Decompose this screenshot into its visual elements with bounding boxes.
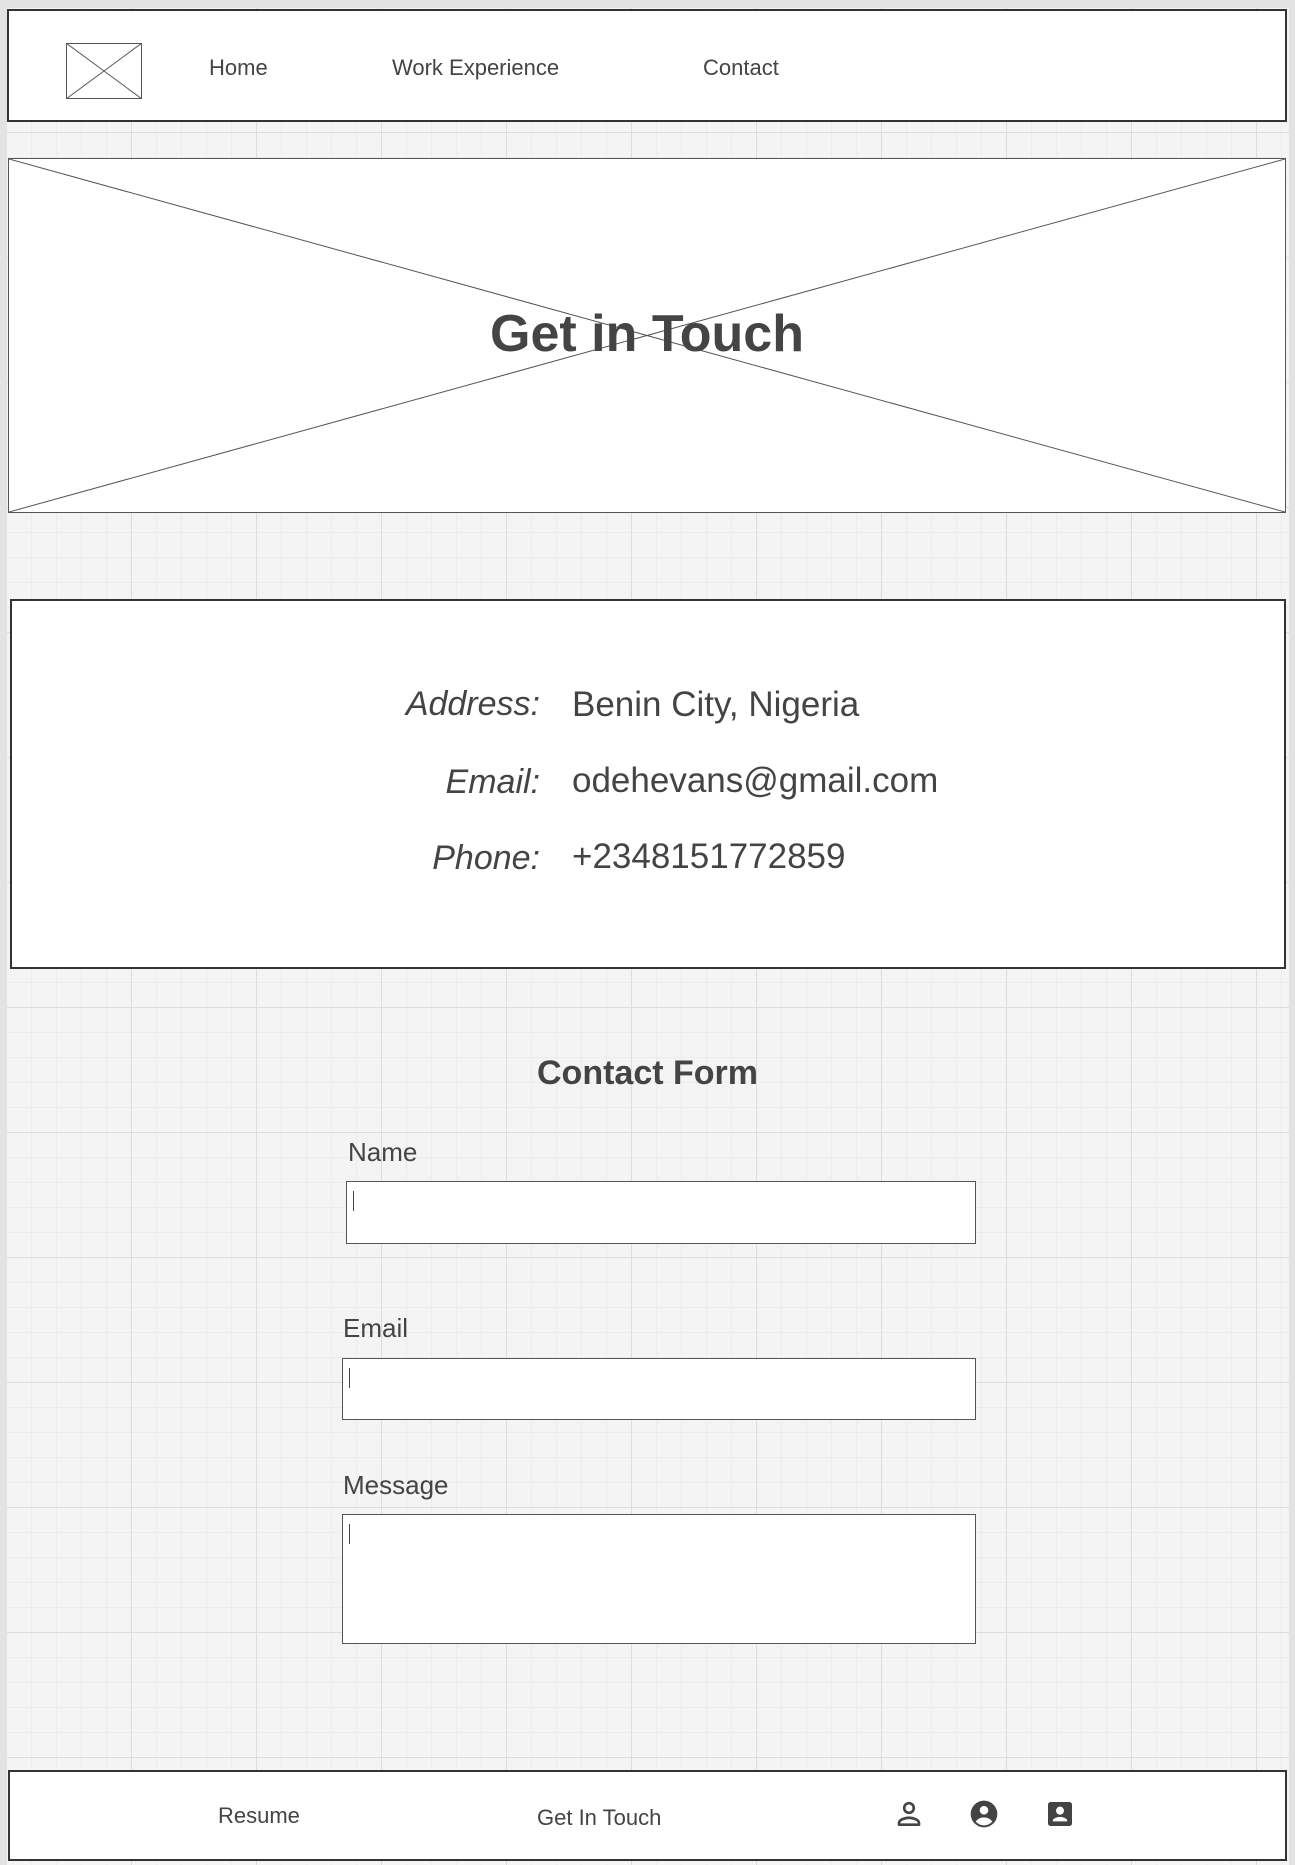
account-circle-icon[interactable]	[968, 1798, 1000, 1830]
email-label: Email:	[445, 763, 540, 801]
message-textarea[interactable]	[342, 1514, 976, 1644]
address-value: Benin City, Nigeria	[572, 685, 860, 724]
name-caret	[353, 1191, 354, 1211]
address-row: Address: Benin City, Nigeria	[12, 685, 1284, 733]
site-header: Home Work Experience Contact	[7, 9, 1287, 122]
nav-work-experience-link[interactable]: Work Experience	[392, 55, 559, 81]
footer-get-in-touch-link[interactable]: Get In Touch	[537, 1805, 661, 1831]
nav-contact-link[interactable]: Contact	[703, 55, 779, 81]
email-row: Email: odehevans@gmail.com	[12, 761, 1284, 809]
email-input[interactable]	[342, 1358, 976, 1420]
nav-home-link[interactable]: Home	[209, 55, 268, 81]
phone-label: Phone:	[432, 839, 540, 877]
site-footer: Resume Get In Touch	[8, 1770, 1287, 1861]
name-input[interactable]	[346, 1181, 976, 1244]
person-outline-icon[interactable]	[893, 1798, 925, 1830]
name-label: Name	[348, 1137, 418, 1167]
hero-banner: Get in Touch	[8, 158, 1286, 513]
phone-value[interactable]: +2348151772859	[572, 837, 846, 877]
email-caret	[349, 1368, 350, 1388]
phone-row: Phone: +2348151772859	[12, 837, 1284, 885]
footer-resume-link[interactable]: Resume	[218, 1803, 300, 1829]
contact-card-icon[interactable]	[1044, 1798, 1076, 1830]
address-label: Address:	[405, 685, 540, 723]
email-form-label: Email	[343, 1313, 409, 1343]
contact-info-card: Address: Benin City, Nigeria Email: odeh…	[10, 599, 1286, 969]
message-label: Message	[343, 1470, 449, 1500]
page-title: Get in Touch	[490, 305, 804, 363]
message-caret	[349, 1524, 350, 1544]
logo-placeholder-icon[interactable]	[65, 42, 143, 100]
email-value[interactable]: odehevans@gmail.com	[572, 761, 938, 801]
contact-form-title: Contact Form	[537, 1054, 758, 1092]
